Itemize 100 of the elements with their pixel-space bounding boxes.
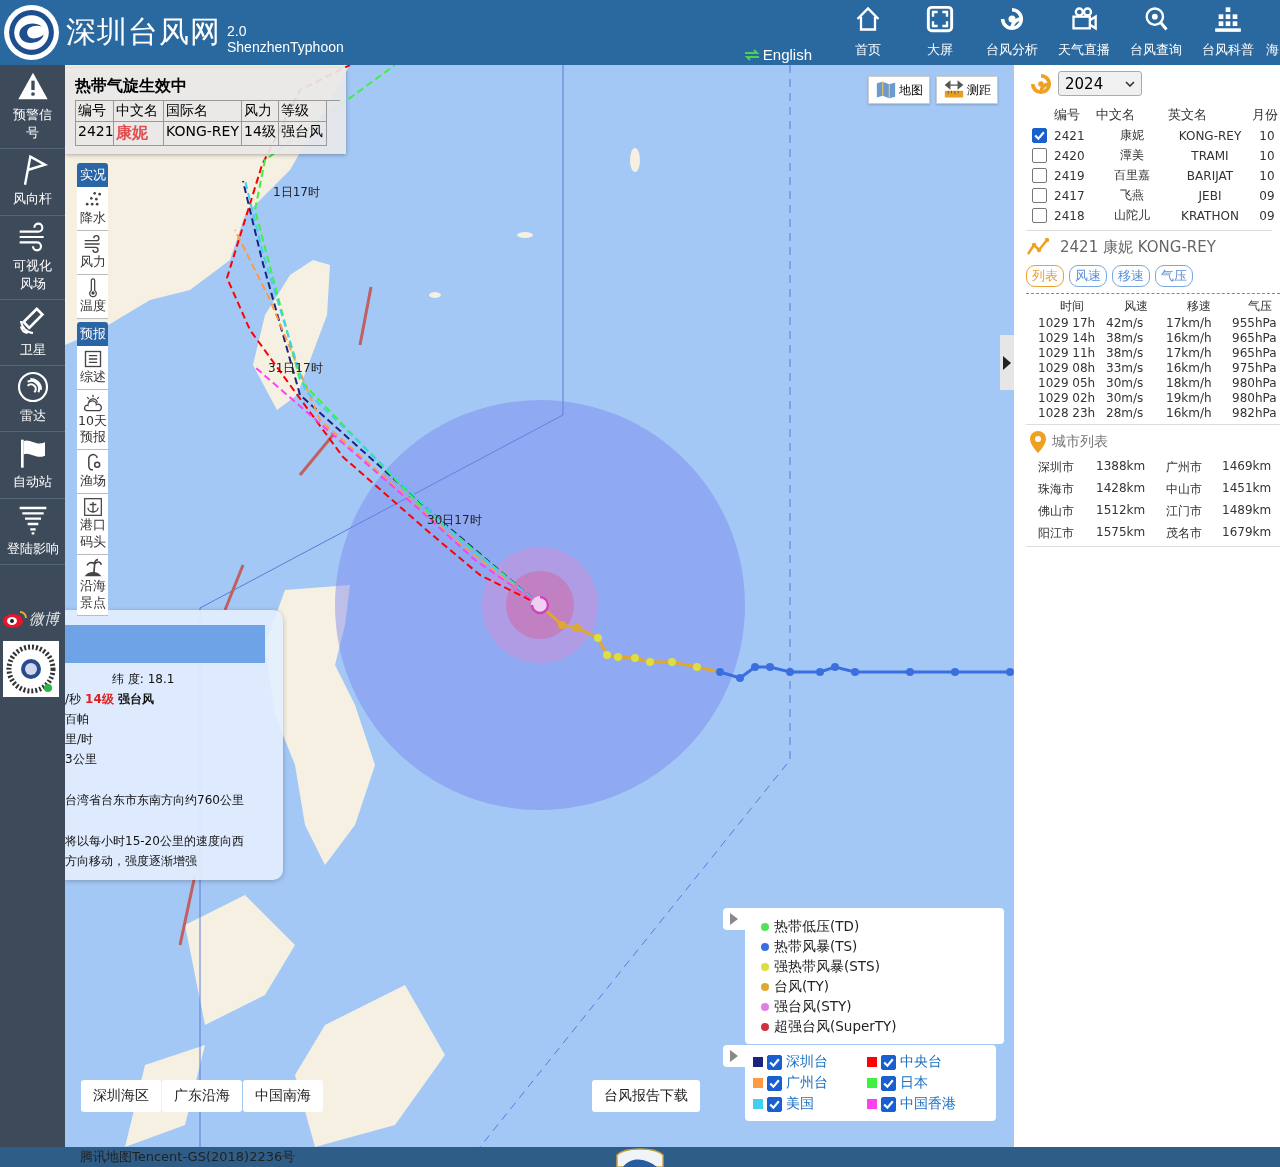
column-header: 气压 (1247, 298, 1273, 315)
region-button[interactable]: 广东沿海 (162, 1080, 242, 1112)
city-name: 广州市 (1166, 459, 1203, 476)
line-chart-icon (1026, 237, 1050, 257)
city-distance: 1489km (1222, 503, 1273, 519)
legend-label: 台风(TY) (774, 978, 830, 996)
info-text: 台湾省台东市东南方向约760公里 (65, 792, 245, 809)
info-text: 将以每小时15-20公里的速度向西 (65, 833, 245, 850)
checkbox[interactable] (1032, 128, 1047, 143)
table-cell-text: 1029 02h (1038, 391, 1097, 405)
table-cell: 2421 (76, 122, 114, 146)
view-tab[interactable]: 移速 (1112, 265, 1150, 287)
toolbar-item[interactable]: 10天预报 (77, 389, 108, 451)
table-cell-text: 42m/s (1106, 316, 1145, 330)
toolbar-item[interactable]: 沿海景点 (77, 554, 108, 616)
city-distance: 1469km (1222, 459, 1273, 475)
table-cell-text: 1029 08h (1038, 361, 1097, 375)
column-header: 风速 (1123, 298, 1149, 315)
report-download-button[interactable]: 台风报告下载 (592, 1080, 700, 1112)
agency-label[interactable]: 中国香港 (900, 1095, 956, 1113)
table-cell-text: 955hPa (1232, 316, 1278, 330)
checkbox[interactable] (881, 1075, 896, 1091)
agency-label[interactable]: 日本 (900, 1074, 928, 1092)
region-button[interactable]: 深圳海区 (81, 1080, 161, 1112)
table-cell-text: 10 (1258, 128, 1276, 143)
weibo-label[interactable]: 微博 (29, 609, 59, 629)
version-label: 2.0 (227, 22, 248, 39)
info-text: 里/时 (65, 731, 95, 748)
info-text: 3公里 (65, 751, 98, 768)
triangle-right-icon (730, 913, 738, 925)
table-cell-text: 982hPa (1232, 406, 1278, 420)
triangle-right-icon (1003, 355, 1011, 370)
view-tab[interactable]: 风速 (1069, 265, 1107, 287)
agency-label[interactable]: 美国 (786, 1095, 814, 1113)
table-cell-text: 975hPa (1232, 361, 1278, 375)
table-cell: 康妮 (114, 122, 164, 146)
legend-toggle[interactable] (723, 908, 745, 930)
nav-item[interactable]: 台风查询 (1120, 0, 1192, 65)
swap-icon (743, 48, 760, 61)
city-distance: 1388km (1096, 459, 1147, 475)
table-cell-text: 2421 (1054, 128, 1086, 143)
checkbox[interactable] (767, 1054, 782, 1070)
table-cell-text: 1029 05h (1038, 376, 1097, 390)
legend-toggle[interactable] (723, 1045, 745, 1067)
table-cell-text: 康妮 (1119, 127, 1145, 144)
checkbox[interactable] (767, 1075, 782, 1091)
speed-unit: /秒 (65, 691, 82, 708)
checkbox[interactable] (1032, 208, 1047, 223)
chevron-down-icon (1125, 80, 1135, 87)
checkbox[interactable] (1032, 148, 1047, 163)
nav-item[interactable]: 台风分析 (976, 0, 1048, 65)
nav-item[interactable]: 大屏 (904, 0, 976, 65)
column-header: 国际名 (164, 101, 242, 122)
table-cell-text: 18km/h (1166, 376, 1213, 390)
map-control-button[interactable]: 地图 (868, 76, 930, 104)
toolbar-item[interactable]: 港口码头 (77, 494, 108, 555)
agency-label[interactable]: 中央台 (900, 1053, 942, 1071)
location-pin-icon (1030, 431, 1046, 453)
table-cell: KONG-REY (164, 122, 242, 146)
city-name: 江门市 (1166, 503, 1203, 520)
toolbar-item[interactable]: 风力 (77, 230, 108, 275)
nav-item[interactable]: 天气直播 (1048, 0, 1120, 65)
city-distance: 1512km (1096, 503, 1147, 519)
toolbar-item[interactable]: 综述 (77, 345, 108, 390)
weibo-eye-icon (2, 610, 28, 629)
city-name: 茂名市 (1166, 525, 1203, 542)
agency-label[interactable]: 深圳台 (786, 1053, 828, 1071)
table-cell-text: 飞燕 (1119, 187, 1145, 204)
table-cell-text: 山陀儿 (1113, 207, 1151, 224)
selected-typhoon-title: 2421 康妮 KONG-REY (1060, 237, 1216, 257)
table-cell-text: 2419 (1054, 168, 1086, 183)
typhoon-icon (1030, 72, 1052, 95)
city-name: 阳江市 (1038, 525, 1075, 542)
latitude-text: 纬 度: 18.1 (112, 671, 176, 688)
year-select[interactable]: 2024 (1058, 71, 1142, 96)
collapse-button[interactable] (1000, 335, 1014, 390)
toolbar-item[interactable]: 降水 (77, 187, 108, 231)
city-name: 中山市 (1166, 481, 1203, 498)
toolbar-item[interactable]: 温度 (77, 274, 108, 319)
column-header: 时间 (1059, 298, 1085, 315)
agency-label[interactable]: 广州台 (786, 1074, 828, 1092)
checkbox[interactable] (881, 1096, 896, 1112)
checkbox[interactable] (1032, 168, 1047, 183)
checkbox[interactable] (767, 1096, 782, 1112)
toolbar-item[interactable]: 渔场 (77, 450, 108, 495)
map-control-button[interactable]: 测距 (936, 76, 998, 104)
city-distance: 1575km (1096, 525, 1147, 541)
region-button[interactable]: 中国南海 (243, 1080, 323, 1112)
ruler-icon (943, 80, 965, 100)
nav-item[interactable]: 海 (1264, 0, 1280, 65)
column-header: 英文名 (1168, 106, 1208, 124)
table-cell-text: 1028 23h (1038, 406, 1097, 420)
nav-item[interactable]: 首页 (832, 0, 904, 65)
video-camera-icon (1070, 5, 1098, 33)
view-tab[interactable]: 气压 (1155, 265, 1193, 287)
language-link[interactable]: English (743, 46, 812, 63)
column-header: 编号 (1054, 106, 1081, 124)
nav-item[interactable]: 台风科普 (1192, 0, 1264, 65)
checkbox[interactable] (881, 1054, 896, 1070)
checkbox[interactable] (1032, 188, 1047, 203)
